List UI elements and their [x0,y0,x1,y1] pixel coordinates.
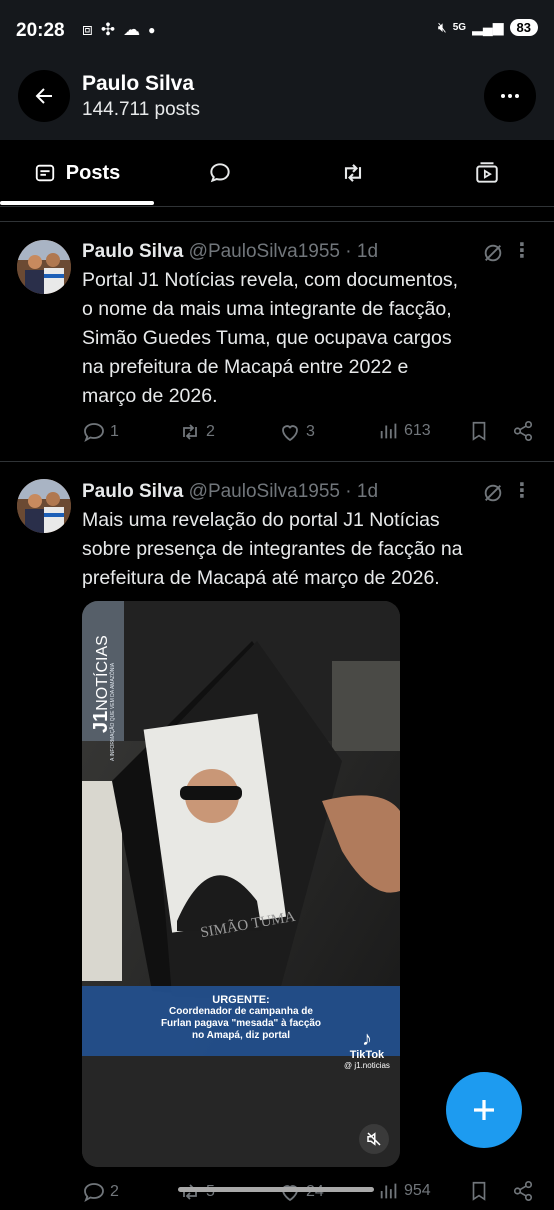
pinwheel-icon: ✣ [100,20,116,39]
reply-icon [84,423,104,443]
bookmark-icon [472,421,486,441]
profile-name: Paulo Silva [82,72,195,95]
reply-icon [84,1183,104,1203]
replies-icon [210,163,230,183]
screenshot-icon: ⧈ [82,20,93,39]
tweet-author-handle[interactable]: @PauloSilva1955 [189,481,340,502]
reposts-icon [344,164,362,182]
brand-tagline: A INFORMAÇÃO QUE VEM DA AMAZÔNIA [110,662,116,761]
views-count: 954 [404,1182,431,1199]
repost-button[interactable]: 5 [178,1180,215,1204]
bookmark-button[interactable] [468,420,494,442]
share-icon [513,421,533,441]
plus-icon [474,1100,494,1120]
compose-button[interactable] [446,1072,522,1148]
views-icon [380,423,397,439]
tweet-actions: 2 5 24 954 [0,1180,554,1210]
repost-button[interactable]: 2 [178,420,215,444]
repost-icon [183,1184,197,1200]
posts-icon [35,164,54,182]
signal-icon: ▂▄▆ [472,19,504,35]
tiktok-icon: ♪ [361,1028,372,1050]
cloud-icon: ☁ [123,20,141,39]
repost-count: 5 [206,1183,215,1201]
posts-count: 144.711 posts [82,99,200,120]
profile-tabs: Posts [0,140,554,207]
grok-icon[interactable] [482,242,504,264]
tweet-author-name[interactable]: Paulo Silva [82,481,183,502]
repost-icon [183,424,197,440]
tweet-time: · 1d [345,241,379,262]
tweet-author-name[interactable]: Paulo Silva [82,241,183,262]
gesture-bar[interactable] [178,1187,374,1192]
tweet-1[interactable]: Paulo Silva @PauloSilva1955 · 1d ⋮ Porta… [0,222,554,460]
status-time: 20:28 [16,20,65,41]
like-button[interactable]: 3 [278,420,315,444]
views-button[interactable]: 954 [378,1180,431,1202]
repost-count: 2 [206,423,215,440]
bookmark-icon [472,1181,486,1201]
more-button[interactable] [484,70,536,122]
battery-badge: 83 [509,19,538,36]
tweet-video[interactable]: J1NOTÍCIAS A INFORMAÇÃO QUE VEM DA AMAZÔ… [82,601,400,1167]
video-frame [82,601,400,1167]
reply-count: 2 [110,1183,119,1200]
dot-icon: ● [148,23,156,37]
heart-icon [282,425,298,442]
network-label: 5G [452,22,467,33]
views-icon [380,1183,397,1199]
share-button[interactable] [512,1180,538,1202]
tiktok-watermark: ♪ TikTok @ j1.noticias [344,1028,390,1070]
mute-icon: 🔇︎ [437,19,447,35]
like-count: 3 [306,423,315,440]
tweet-actions: 1 2 3 613 [0,420,554,450]
views-count: 613 [404,422,431,439]
grok-icon[interactable] [482,482,504,504]
tweet-menu-icon[interactable]: ⋮ [512,238,532,263]
avatar[interactable] [17,479,71,533]
like-count: 24 [306,1183,324,1201]
tab-media[interactable] [420,140,554,206]
tweet-time: · 1d [345,481,379,502]
share-button[interactable] [512,420,538,442]
mute-video-button[interactable] [359,1124,389,1154]
tweet-menu-icon[interactable]: ⋮ [512,478,532,503]
arrow-left-icon [35,88,52,104]
tweet-author-handle[interactable]: @PauloSilva1955 [189,241,340,262]
tweet-text: Mais uma revelação do portal J1 Notícias… [82,509,463,589]
share-icon [513,1181,533,1201]
tab-reposts[interactable] [286,140,420,206]
tab-posts[interactable]: Posts [0,140,154,206]
reply-button[interactable]: 2 [82,1180,119,1204]
more-dots-icon [501,94,519,98]
tweet-text: Portal J1 Notícias revela, com documento… [82,269,459,407]
speaker-muted-icon [367,1132,381,1146]
bookmark-button[interactable] [468,1180,494,1202]
profile-header: Paulo Silva 144.711 posts [0,62,554,140]
reply-button[interactable]: 1 [82,420,119,444]
status-bar: 20:28 ⧈ ✣ ☁ ● 🔇︎ 5G ▂▄▆ 83 [0,0,554,62]
tab-posts-label: Posts [65,161,121,184]
tab-active-indicator [0,201,154,205]
back-button[interactable] [18,70,70,122]
media-icon [476,162,498,183]
heart-icon [282,1185,298,1202]
like-button[interactable]: 24 [278,1180,324,1204]
avatar[interactable] [17,240,71,294]
views-button[interactable]: 613 [378,420,431,442]
tab-replies[interactable] [154,140,286,206]
reply-count: 1 [110,423,119,440]
